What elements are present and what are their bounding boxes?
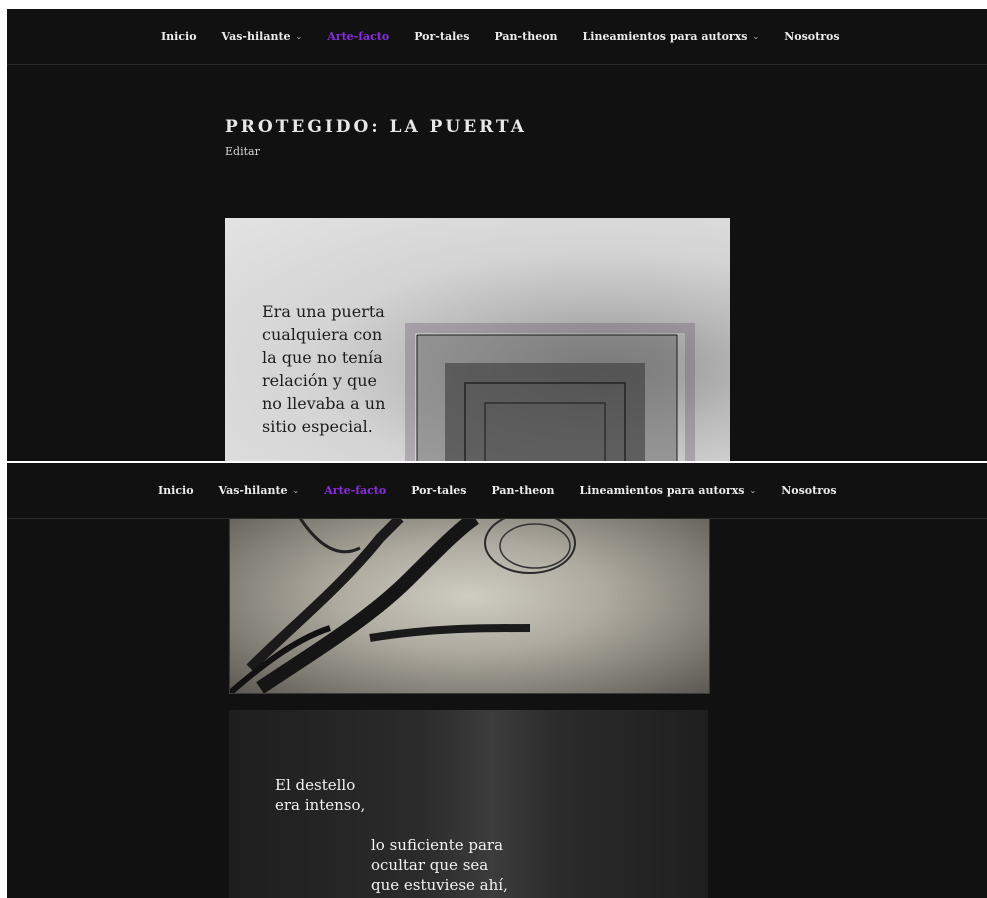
edit-link[interactable]: Editar [225,145,260,158]
top-navigation-bar: Inicio Vas-hilante ⌄ Arte-facto Por-tales… [7,9,987,65]
nav-item-por-tales[interactable]: Por-tales [414,30,469,43]
hand-sketch-illustration [230,518,576,693]
chevron-down-icon: ⌄ [749,486,757,495]
sticky-navigation-bar: Inicio Vas-hilante ⌄ Arte-facto Por-tales… [7,463,987,519]
nav-menu: Inicio Vas-hilante ⌄ Arte-facto Por-tales… [158,463,862,518]
chevron-down-icon: ⌄ [295,32,303,41]
nav-item-lineamientos[interactable]: Lineamientos para autorxs ⌄ [580,484,757,497]
panel-3-caption-a: El destello era intenso, [275,776,366,814]
nav-item-por-tales[interactable]: Por-tales [411,484,466,497]
nav-menu: Inicio Vas-hilante ⌄ Arte-facto Por-tales… [161,9,865,64]
nav-item-nosotros[interactable]: Nosotros [781,484,836,497]
nav-item-inicio[interactable]: Inicio [161,30,197,43]
nav-item-nosotros[interactable]: Nosotros [784,30,839,43]
chevron-down-icon: ⌄ [752,32,760,41]
nav-item-pan-theon[interactable]: Pan-theon [491,484,554,497]
comic-panel-door: Era una puerta cualquiera con la que no … [225,218,730,461]
nav-item-arte-facto[interactable]: Arte-facto [327,30,389,43]
panel-3-caption-b: lo suficiente para ocultar que sea que e… [371,836,508,894]
chevron-down-icon: ⌄ [292,486,300,495]
nav-item-arte-facto[interactable]: Arte-facto [324,484,386,497]
comic-panel-hand [229,517,710,694]
nav-item-lineamientos[interactable]: Lineamientos para autorxs ⌄ [583,30,760,43]
nav-item-vas-hilante[interactable]: Vas-hilante ⌄ [222,30,303,43]
panel-1-caption: Era una puerta cualquiera con la que no … [262,302,386,436]
screenshot-top: Inicio Vas-hilante ⌄ Arte-facto Por-tales… [7,9,987,461]
comic-panel-flash: El destello era intenso, lo suficiente p… [229,710,708,898]
nav-item-inicio[interactable]: Inicio [158,484,194,497]
nav-item-pan-theon[interactable]: Pan-theon [494,30,557,43]
nav-item-vas-hilante[interactable]: Vas-hilante ⌄ [219,484,300,497]
door-illustration [405,323,695,461]
page-title: PROTEGIDO: LA PUERTA [225,117,527,137]
screenshot-bottom: El destello era intenso, lo suficiente p… [7,463,987,898]
